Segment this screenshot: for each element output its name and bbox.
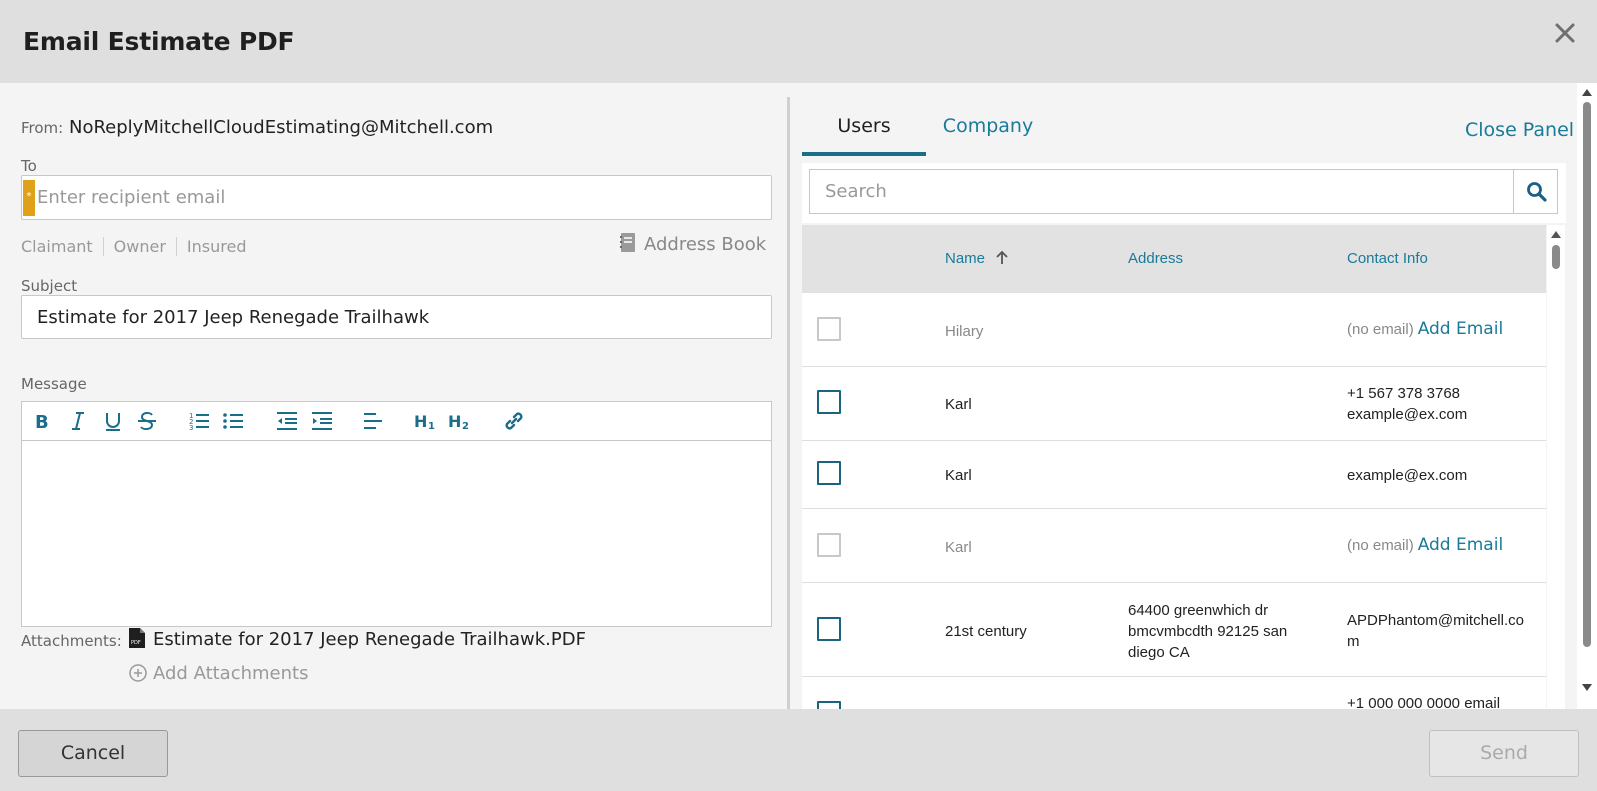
attachments-label: Attachments:	[21, 632, 122, 650]
email-form: From: NoReplyMitchellCloudEstimating@Mit…	[0, 83, 787, 709]
from-label: From:	[21, 119, 64, 137]
quick-recipient-insured[interactable]: Insured	[175, 237, 257, 256]
pdf-file-icon: PDF	[129, 628, 145, 648]
indent-icon[interactable]	[310, 410, 334, 432]
row-name: Karl	[945, 396, 972, 413]
table-row[interactable]: Karl example@ex.com	[802, 441, 1546, 509]
row-phone: +1 000 000 0000 email	[1347, 695, 1501, 709]
add-attachments-button[interactable]: Add Attachments	[129, 663, 308, 684]
svg-text:PDF: PDF	[131, 640, 141, 646]
table-row[interactable]: +1 000 000 0000 email	[802, 677, 1546, 709]
table-row[interactable]: Hilary (no email) Add Email	[802, 293, 1546, 367]
add-email-link[interactable]: Add Email	[1418, 535, 1503, 555]
row-email: APDPhantom@mitchell.com	[1347, 612, 1524, 650]
row-phone: +1 567 378 3768	[1347, 385, 1461, 402]
address-book-button[interactable]: Address Book	[620, 233, 766, 255]
row-checkbox[interactable]	[817, 701, 841, 709]
dialog-title: Email Estimate PDF	[23, 27, 295, 56]
pane-divider[interactable]	[787, 97, 790, 709]
table-row[interactable]: Karl (no email) Add Email	[802, 509, 1546, 583]
close-panel-link[interactable]: Close Panel	[1465, 119, 1574, 141]
quick-recipient-owner[interactable]: Owner	[102, 237, 176, 256]
row-name: Karl	[945, 467, 972, 484]
row-email: example@ex.com	[1347, 406, 1468, 423]
dialog-body: From: NoReplyMitchellCloudEstimating@Mit…	[0, 83, 1597, 709]
row-address: 64400 greenwhich dr bmcvmbcdth 92125 san…	[1128, 602, 1288, 661]
column-header-contact[interactable]: Contact Info	[1347, 250, 1428, 267]
underline-icon[interactable]	[101, 410, 125, 432]
row-checkbox	[817, 317, 841, 341]
quick-recipients: Claimant Owner Insured	[21, 237, 256, 256]
required-marker: *	[23, 180, 35, 216]
send-button[interactable]: Send	[1429, 730, 1579, 777]
subject-field[interactable]: Estimate for 2017 Jeep Renegade Trailhaw…	[21, 295, 772, 339]
dialog-header: Email Estimate PDF	[0, 0, 1597, 83]
svg-text:2: 2	[462, 421, 469, 432]
search-bar	[802, 163, 1566, 223]
table-row[interactable]: 21st century 64400 greenwhich dr bmcvmbc…	[802, 583, 1546, 677]
outdent-icon[interactable]	[275, 410, 299, 432]
ordered-list-icon[interactable]: 123	[188, 410, 212, 432]
row-checkbox[interactable]	[817, 617, 841, 641]
subject-label: Subject	[21, 277, 78, 295]
attachment-filename: Estimate for 2017 Jeep Renegade Trailhaw…	[153, 629, 586, 650]
dialog-footer: Cancel Send	[0, 709, 1597, 791]
svg-text:3: 3	[189, 424, 193, 432]
add-circle-icon	[129, 664, 147, 682]
no-email-text: (no email)	[1347, 537, 1414, 554]
svg-text:B: B	[35, 412, 49, 432]
tab-users[interactable]: Users	[802, 103, 926, 156]
table-row[interactable]: Karl +1 567 378 3768 example@ex.com	[802, 367, 1546, 441]
panel-tabs: Users Company	[802, 103, 1566, 156]
to-label: To	[21, 157, 37, 175]
bold-icon[interactable]: B	[32, 410, 56, 433]
column-header-address[interactable]: Address	[1128, 250, 1183, 267]
address-book-label: Address Book	[644, 234, 767, 255]
table-header: Name Address Contact Info	[802, 225, 1546, 293]
row-name: 21st century	[945, 623, 1027, 640]
no-email-text: (no email)	[1347, 321, 1414, 338]
row-email: example@ex.com	[1347, 467, 1468, 484]
cancel-button[interactable]: Cancel	[18, 730, 168, 777]
message-label: Message	[21, 375, 87, 393]
svg-text:1: 1	[428, 421, 435, 432]
attachment-item[interactable]: PDF Estimate for 2017 Jeep Renegade Trail…	[129, 628, 586, 650]
message-toolbar: B 123 H1 H2	[21, 401, 772, 441]
add-email-link[interactable]: Add Email	[1418, 319, 1503, 339]
table-scrollbar[interactable]	[1547, 225, 1565, 709]
italic-icon[interactable]	[66, 410, 90, 432]
panel-scrollbar[interactable]	[1577, 83, 1597, 709]
message-editor[interactable]	[21, 440, 772, 627]
quick-recipient-claimant[interactable]: Claimant	[21, 237, 103, 256]
address-book-icon	[620, 233, 635, 252]
add-attachments-label: Add Attachments	[153, 663, 309, 684]
bullet-list-icon[interactable]	[222, 410, 246, 432]
strikethrough-icon[interactable]	[135, 410, 159, 432]
heading-1-icon[interactable]: H1	[414, 410, 438, 432]
recipient-email-input[interactable]	[37, 187, 737, 208]
svg-text:H: H	[414, 412, 427, 431]
to-field[interactable]: *	[21, 175, 772, 220]
tab-company[interactable]: Company	[926, 103, 1050, 156]
row-checkbox	[817, 533, 841, 557]
subject-value: Estimate for 2017 Jeep Renegade Trailhaw…	[37, 307, 430, 328]
close-icon[interactable]	[1550, 18, 1580, 48]
row-checkbox[interactable]	[817, 390, 841, 414]
row-name: Hilary	[945, 323, 984, 340]
search-input[interactable]	[809, 169, 1513, 214]
row-name: Karl	[945, 539, 972, 556]
search-icon	[1527, 182, 1547, 202]
heading-2-icon[interactable]: H2	[448, 410, 472, 432]
svg-text:H: H	[448, 412, 461, 431]
sort-ascending-icon	[996, 250, 1008, 264]
link-icon[interactable]	[502, 410, 526, 432]
row-checkbox[interactable]	[817, 461, 841, 485]
column-header-name[interactable]: Name	[945, 250, 1009, 267]
search-button[interactable]	[1513, 169, 1558, 214]
users-table: Name Address Contact Info Hilary (no ema…	[802, 225, 1546, 709]
from-value: NoReplyMitchellCloudEstimating@Mitchell.…	[69, 117, 494, 138]
align-left-icon[interactable]	[362, 410, 386, 432]
